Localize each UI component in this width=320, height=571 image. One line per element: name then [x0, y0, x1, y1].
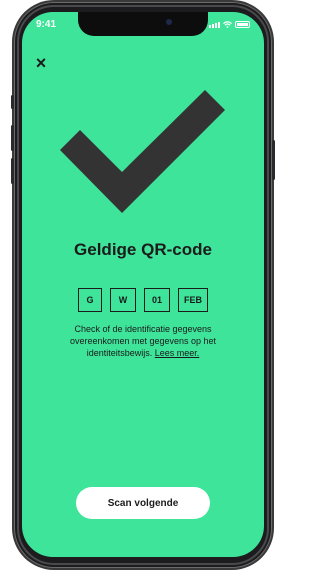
scan-next-button[interactable]: Scan volgende — [76, 487, 210, 519]
birth-day-chip: 01 — [144, 288, 170, 312]
notch — [78, 12, 208, 36]
camera-icon — [166, 19, 172, 25]
initial-first-name-chip: G — [78, 288, 102, 312]
description-text: Check of de identificatie gegevens overe… — [48, 323, 238, 359]
checkmark-icon — [60, 90, 225, 213]
power-button — [272, 140, 275, 180]
volume-up-button — [11, 125, 14, 151]
volume-down-button — [11, 158, 14, 184]
page-title: Geldige QR-code — [74, 240, 212, 259]
read-more-link[interactable]: Lees meer. — [155, 348, 200, 358]
close-button[interactable]: × — [32, 54, 50, 72]
cellular-signal-icon — [209, 22, 220, 28]
close-icon: × — [35, 53, 47, 73]
battery-icon — [235, 21, 250, 28]
wifi-icon — [223, 21, 232, 28]
identity-chips: G W 01 FEB — [22, 288, 264, 312]
app-screen: 9:41 × Geldige QR-code G W 01 FEB Check … — [22, 12, 264, 557]
birth-month-chip: FEB — [178, 288, 208, 312]
initial-last-name-chip: W — [110, 288, 136, 312]
side-button — [11, 95, 14, 109]
status-icons — [209, 21, 250, 28]
status-time: 9:41 — [36, 19, 57, 30]
